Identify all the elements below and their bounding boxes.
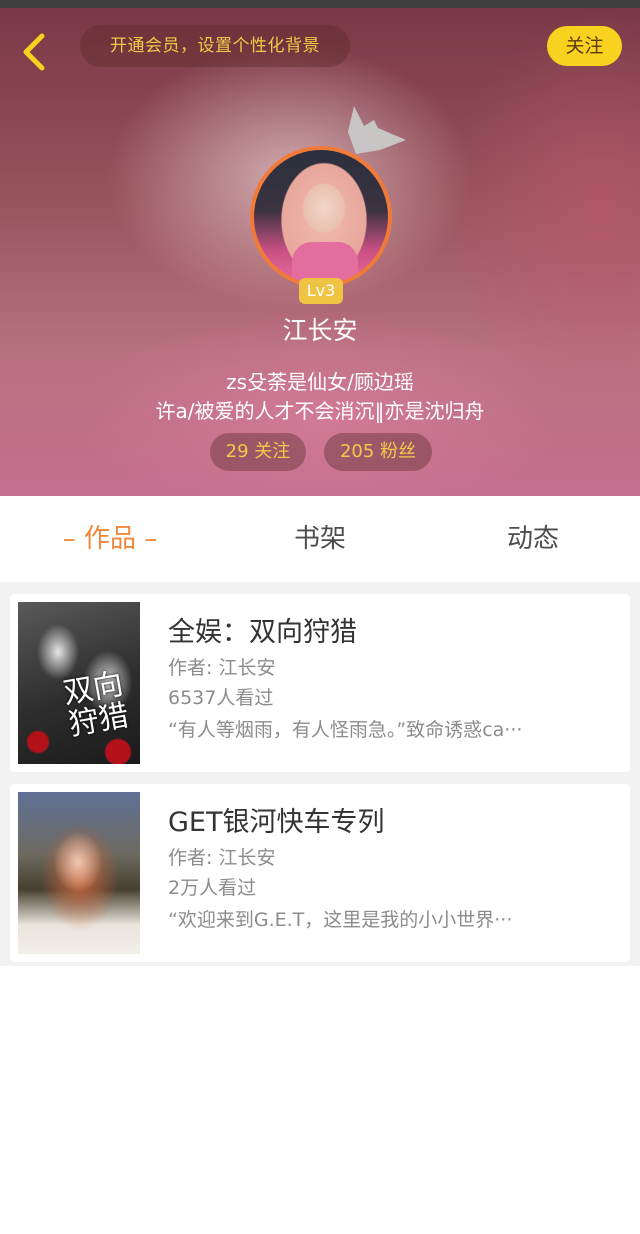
- book-cover: [18, 792, 140, 954]
- following-count[interactable]: 29 关注: [210, 433, 306, 471]
- book-author: 作者: 江长安: [168, 657, 276, 679]
- crown-icon: [348, 106, 406, 154]
- book-views: 6537人看过: [168, 687, 274, 709]
- cover-title-art: 双向狩猎: [60, 666, 132, 743]
- book-description: “欢迎来到G.E.T，这里是我的小小世界···: [168, 909, 513, 931]
- back-arrow-icon[interactable]: [16, 32, 50, 72]
- book-cover: 双向狩猎: [18, 602, 140, 764]
- avatar[interactable]: [250, 146, 392, 288]
- tab-works[interactable]: – 作品 –: [40, 496, 180, 582]
- tab-activity[interactable]: 动态: [463, 496, 603, 582]
- book-title: GET银河快车专列: [168, 807, 385, 838]
- profile-tabs: – 作品 – 书架 动态: [0, 496, 640, 582]
- status-strip: [0, 0, 640, 8]
- tab-bookshelf[interactable]: 书架: [250, 496, 390, 582]
- user-nickname: 江长安: [282, 316, 358, 345]
- book-card[interactable]: GET银河快车专列 作者: 江长安 2万人看过 “欢迎来到G.E.T，这里是我的…: [10, 784, 630, 962]
- book-card[interactable]: 双向狩猎 全娱：双向狩猎 作者: 江长安 6537人看过 “有人等烟雨，有人怪雨…: [10, 594, 630, 772]
- book-author: 作者: 江长安: [168, 847, 276, 869]
- profile-header: 开通会员，设置个性化背景 关注 Lv3 江长安 zs殳荼是仙女/顾边瑶 许a/被…: [0, 8, 640, 496]
- vip-background-prompt[interactable]: 开通会员，设置个性化背景: [80, 25, 350, 67]
- book-description: “有人等烟雨，有人怪雨急。”致命诱惑ca···: [168, 719, 523, 741]
- bio-line-1: zs殳荼是仙女/顾边瑶: [226, 370, 414, 394]
- book-views: 2万人看过: [168, 877, 257, 899]
- book-title: 全娱：双向狩猎: [168, 617, 357, 648]
- level-badge: Lv3: [299, 278, 343, 304]
- followers-count[interactable]: 205 粉丝: [324, 433, 432, 471]
- user-bio: zs殳荼是仙女/顾边瑶 许a/被爱的人才不会消沉‖亦是沈归舟: [0, 368, 640, 426]
- bio-line-2: 许a/被爱的人才不会消沉‖亦是沈归舟: [155, 399, 485, 423]
- follow-button[interactable]: 关注: [547, 26, 622, 66]
